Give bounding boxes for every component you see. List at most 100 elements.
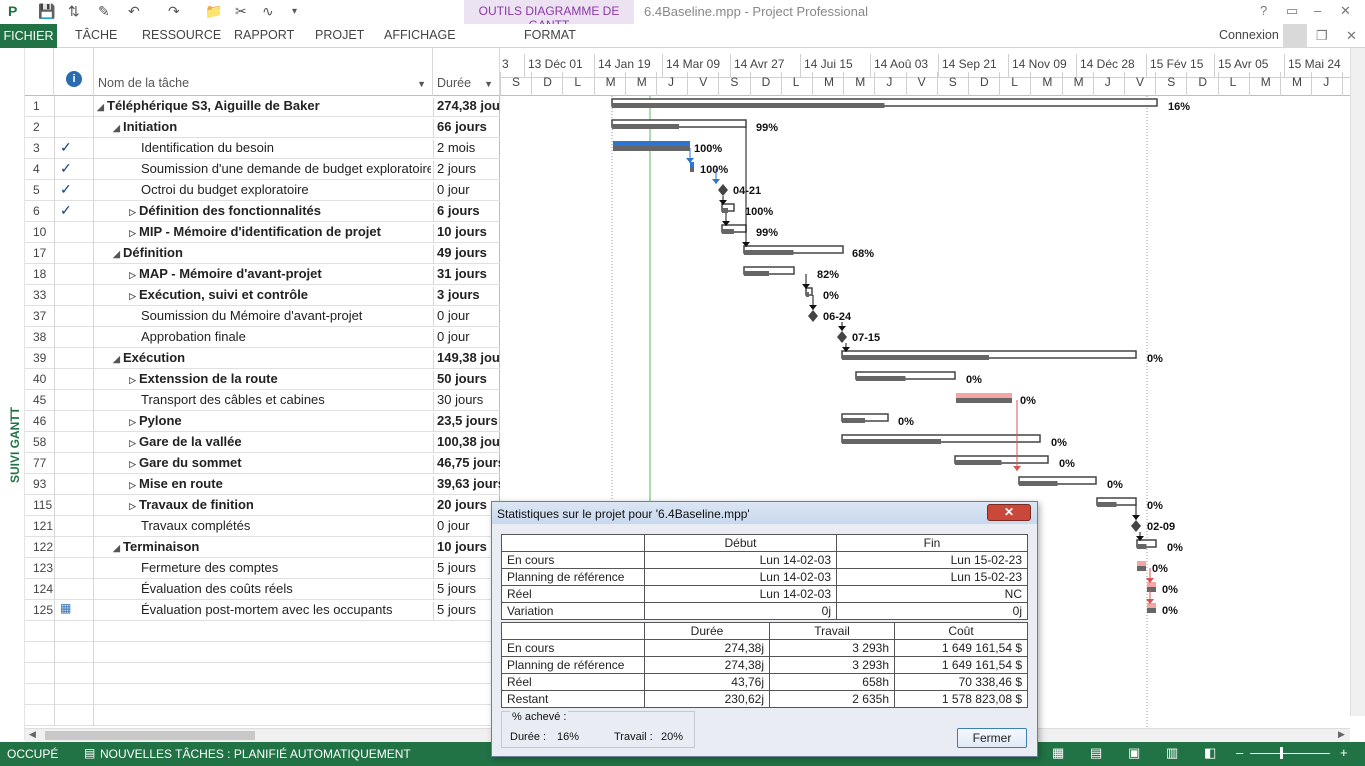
task-duration[interactable]: 10 jours — [433, 224, 500, 243]
vertical-scrollbar[interactable] — [1350, 48, 1365, 716]
close-window-icon[interactable]: ✕ — [1340, 3, 1351, 19]
task-name[interactable]: ▷ Extenssion de la route — [129, 371, 431, 386]
close-doc-icon[interactable]: ✕ — [1346, 28, 1357, 44]
task-name[interactable]: Soumission d'une demande de budget explo… — [141, 161, 431, 176]
row-header-corner[interactable] — [25, 48, 54, 96]
task-duration[interactable]: 46,75 jours — [433, 455, 500, 474]
task-name[interactable]: ▷ Définition des fonctionnalités — [129, 203, 431, 218]
task-duration[interactable]: 5 jours — [433, 602, 500, 621]
task-duration[interactable]: 10 jours — [433, 539, 500, 558]
task-name[interactable]: Travaux complétés — [141, 518, 431, 533]
table-row[interactable]: 38 Approbation finale 0 jour — [25, 327, 500, 348]
task-duration[interactable]: 0 jour — [433, 308, 500, 327]
task-duration[interactable]: 2 jours — [433, 161, 500, 180]
task-name[interactable]: Évaluation post-mortem avec les occupant… — [141, 602, 431, 617]
task-duration[interactable]: 49 jours — [433, 245, 500, 264]
task-duration[interactable]: 0 jour — [433, 329, 500, 348]
empty-row[interactable] — [25, 642, 500, 663]
task-duration[interactable]: 3 jours — [433, 287, 500, 306]
open-icon[interactable]: 📁 — [205, 3, 222, 20]
table-row[interactable]: 1 ◢ Téléphérique S3, Aiguille de Baker 274,… — [25, 96, 500, 117]
table-row[interactable]: 5 ✓ Octroi du budget exploratoire 0 jour — [25, 180, 500, 201]
task-name[interactable]: ◢ Terminaison — [113, 539, 431, 554]
report-icon[interactable]: ◧ — [1204, 745, 1216, 761]
task-duration[interactable]: 39,63 jours — [433, 476, 500, 495]
table-row[interactable]: 93 ▷ Mise en route 39,63 jours — [25, 474, 500, 495]
zoom-in-icon[interactable]: + — [1340, 745, 1348, 760]
task-duration[interactable]: 149,38 jours — [433, 350, 500, 369]
empty-row[interactable] — [25, 621, 500, 642]
collapse-icon[interactable]: ◢ — [113, 249, 123, 260]
tab-affichage[interactable]: AFFICHAGE — [384, 28, 456, 42]
table-row[interactable]: 18 ▷ MAP - Mémoire d'avant-projet 31 jours — [25, 264, 500, 285]
scroll-thumb[interactable] — [45, 731, 255, 740]
task-name[interactable]: ◢ Initiation — [113, 119, 431, 134]
expand-icon[interactable]: ▷ — [129, 480, 139, 491]
table-row[interactable]: 122 ◢ Terminaison 10 jours — [25, 537, 500, 558]
tab-tache[interactable]: TÂCHE — [75, 28, 117, 42]
table-row[interactable]: 39◢Exécution149,38 jours — [25, 348, 500, 369]
avatar[interactable] — [1283, 24, 1307, 48]
expand-icon[interactable]: ▷ — [129, 270, 139, 281]
expand-icon[interactable]: ▷ — [129, 417, 139, 428]
expand-icon[interactable]: ▷ — [129, 228, 139, 239]
task-name[interactable]: Transport des câbles et cabines — [141, 392, 431, 407]
customize-qat-icon[interactable]: ▾ — [292, 6, 297, 17]
zoom-slider-thumb[interactable] — [1280, 747, 1283, 759]
task-name[interactable]: ▷ Gare du sommet — [129, 455, 431, 470]
task-name[interactable]: ▷ Exécution, suivi et contrôle — [129, 287, 431, 302]
touch-mode-icon[interactable]: ✎ — [98, 3, 110, 20]
task-name[interactable]: Identification du besoin — [141, 140, 431, 155]
expand-icon[interactable]: ▷ — [129, 459, 139, 470]
table-row[interactable]: 123 Fermeture des comptes 5 jours — [25, 558, 500, 579]
gantt-view-icon[interactable]: ▦ — [1052, 745, 1064, 761]
task-name[interactable]: Soumission du Mémoire d'avant-projet — [141, 308, 431, 323]
task-duration[interactable]: 0 jour — [433, 182, 500, 201]
task-duration[interactable]: 100,38 jours — [433, 434, 500, 453]
sync-icon[interactable]: ⇅ — [68, 3, 80, 20]
indicator-column-header[interactable]: i — [54, 48, 94, 96]
task-name[interactable]: ▷ MAP - Mémoire d'avant-projet — [129, 266, 431, 281]
table-row[interactable]: 6 ✓ ▷ Définition des fonctionnalités 6 jours — [25, 201, 500, 222]
table-row[interactable]: 10 ▷ MIP - Mémoire d'identification de pro… — [25, 222, 500, 243]
table-row[interactable]: 4 ✓ Soumission d'une demande de budget exp… — [25, 159, 500, 180]
collapse-icon[interactable]: ◢ — [113, 543, 123, 554]
table-row[interactable]: 121 Travaux complétés 0 jour — [25, 516, 500, 537]
scroll-left-icon[interactable]: ◀ — [29, 729, 36, 740]
task-duration[interactable]: 50 jours — [433, 371, 500, 390]
task-name[interactable]: Approbation finale — [141, 329, 431, 344]
dropdown-icon[interactable]: ▼ — [417, 79, 426, 89]
task-duration[interactable]: 274,38 jours — [433, 98, 500, 117]
collapse-icon[interactable]: ◢ — [113, 354, 123, 365]
tab-ressource[interactable]: RESSOURCE — [142, 28, 221, 42]
task-usage-icon[interactable]: ▤ — [1090, 745, 1102, 761]
task-duration[interactable]: 66 jours — [433, 119, 500, 138]
expand-icon[interactable]: ▷ — [129, 207, 139, 218]
undo-icon[interactable]: ↶ — [128, 3, 140, 20]
redo-icon[interactable]: ↷ — [168, 3, 180, 20]
table-row[interactable]: 17 ◢ Définition 49 jours — [25, 243, 500, 264]
task-duration[interactable]: 23,5 jours — [433, 413, 500, 432]
empty-row[interactable] — [25, 705, 500, 726]
task-name[interactable]: Évaluation des coûts réels — [141, 581, 431, 596]
task-duration[interactable]: 0 jour — [433, 518, 500, 537]
duration-column-header[interactable]: Durée ▼ — [433, 48, 500, 96]
tool-icon[interactable]: ✂ — [235, 3, 247, 20]
table-row[interactable]: 58▷Gare de la vallée100,38 jours — [25, 432, 500, 453]
team-planner-icon[interactable]: ▣ — [1128, 745, 1140, 761]
scroll-right-icon[interactable]: ▶ — [1338, 729, 1345, 740]
task-name[interactable]: ◢ Exécution — [113, 350, 431, 365]
task-duration[interactable]: 6 jours — [433, 203, 500, 222]
table-row[interactable]: 37 Soumission du Mémoire d'avant-projet 0 … — [25, 306, 500, 327]
empty-row[interactable] — [25, 663, 500, 684]
task-duration[interactable]: 5 jours — [433, 581, 500, 600]
sign-in-link[interactable]: Connexion — [1219, 28, 1279, 42]
tab-fichier[interactable]: FICHIER — [0, 24, 57, 48]
ribbon-options-icon[interactable]: ▭ — [1286, 3, 1298, 19]
task-name[interactable]: ▷ Gare de la vallée — [129, 434, 431, 449]
table-row[interactable]: 77 ▷ Gare du sommet 46,75 jours — [25, 453, 500, 474]
table-row[interactable]: 33 ▷ Exécution, suivi et contrôle 3 jours — [25, 285, 500, 306]
trend-icon[interactable]: ∿ — [262, 3, 274, 20]
task-name[interactable]: ▷ Travaux de finition — [129, 497, 431, 512]
restore-icon[interactable]: ❐ — [1316, 28, 1328, 44]
